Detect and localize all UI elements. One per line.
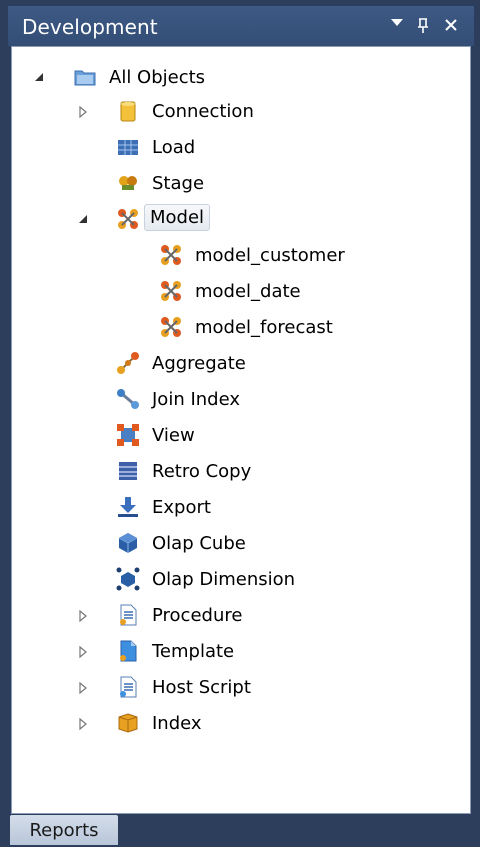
model-icon: [159, 279, 183, 303]
expand-arrow-icon[interactable]: [76, 681, 90, 695]
tree-label-join-index[interactable]: Join Index: [146, 386, 246, 413]
tree-label-stage[interactable]: Stage: [146, 170, 210, 197]
procedure-icon: [116, 603, 140, 627]
expand-arrow-icon[interactable]: [76, 645, 90, 659]
pin-icon[interactable]: [416, 10, 436, 40]
tree-label-olap-dimension[interactable]: Olap Dimension: [146, 566, 301, 593]
tree-label-retro-copy[interactable]: Retro Copy: [146, 458, 257, 485]
tree-label-aggregate[interactable]: Aggregate: [146, 350, 252, 377]
tree-label-model-forecast[interactable]: model_forecast: [189, 314, 339, 341]
retro-copy-icon: [116, 459, 140, 483]
export-icon: [116, 495, 140, 519]
tree-label-export[interactable]: Export: [146, 494, 217, 521]
load-icon: [116, 135, 140, 159]
expand-arrow-icon[interactable]: [76, 717, 90, 731]
tree-label-procedure[interactable]: Procedure: [146, 602, 248, 629]
tree-label-model-customer[interactable]: model_customer: [189, 242, 351, 269]
view-icon: [116, 423, 140, 447]
object-tree[interactable]: All Objects Connection Load Stage Model …: [11, 46, 471, 814]
dropdown-arrow-icon[interactable]: [390, 10, 410, 40]
collapse-arrow-icon[interactable]: [32, 70, 46, 84]
tree-label-all-objects[interactable]: All Objects: [103, 64, 211, 91]
olap-dimension-icon: [116, 567, 140, 591]
index-icon: [116, 711, 140, 735]
tree-label-template[interactable]: Template: [146, 638, 240, 665]
tree-label-model[interactable]: Model: [144, 204, 211, 231]
aggregate-icon: [116, 351, 140, 375]
olap-cube-icon: [116, 531, 140, 555]
join-index-icon: [116, 387, 140, 411]
stage-icon: [116, 171, 140, 195]
model-icon: [116, 207, 140, 231]
tree-label-connection[interactable]: Connection: [146, 98, 260, 125]
development-panel: Development All Objects Connection Load …: [8, 6, 474, 814]
folder-icon: [73, 65, 97, 89]
tree-label-index[interactable]: Index: [146, 710, 208, 737]
template-icon: [116, 639, 140, 663]
expand-arrow-icon[interactable]: [76, 609, 90, 623]
tree-label-load[interactable]: Load: [146, 134, 201, 161]
host-script-icon: [116, 675, 140, 699]
expand-arrow-icon[interactable]: [76, 105, 90, 119]
model-icon: [159, 243, 183, 267]
tree-label-view[interactable]: View: [146, 422, 201, 449]
tree-label-model-date[interactable]: model_date: [189, 278, 307, 305]
panel-title: Development: [22, 15, 158, 39]
tree-label-host-script[interactable]: Host Script: [146, 674, 257, 701]
close-icon[interactable]: [444, 10, 464, 40]
model-icon: [159, 315, 183, 339]
connection-icon: [116, 99, 140, 123]
tree-label-olap-cube[interactable]: Olap Cube: [146, 530, 252, 557]
collapse-arrow-icon[interactable]: [76, 212, 90, 226]
tab-reports[interactable]: Reports: [10, 815, 118, 845]
panel-title-bar[interactable]: Development: [8, 6, 474, 46]
